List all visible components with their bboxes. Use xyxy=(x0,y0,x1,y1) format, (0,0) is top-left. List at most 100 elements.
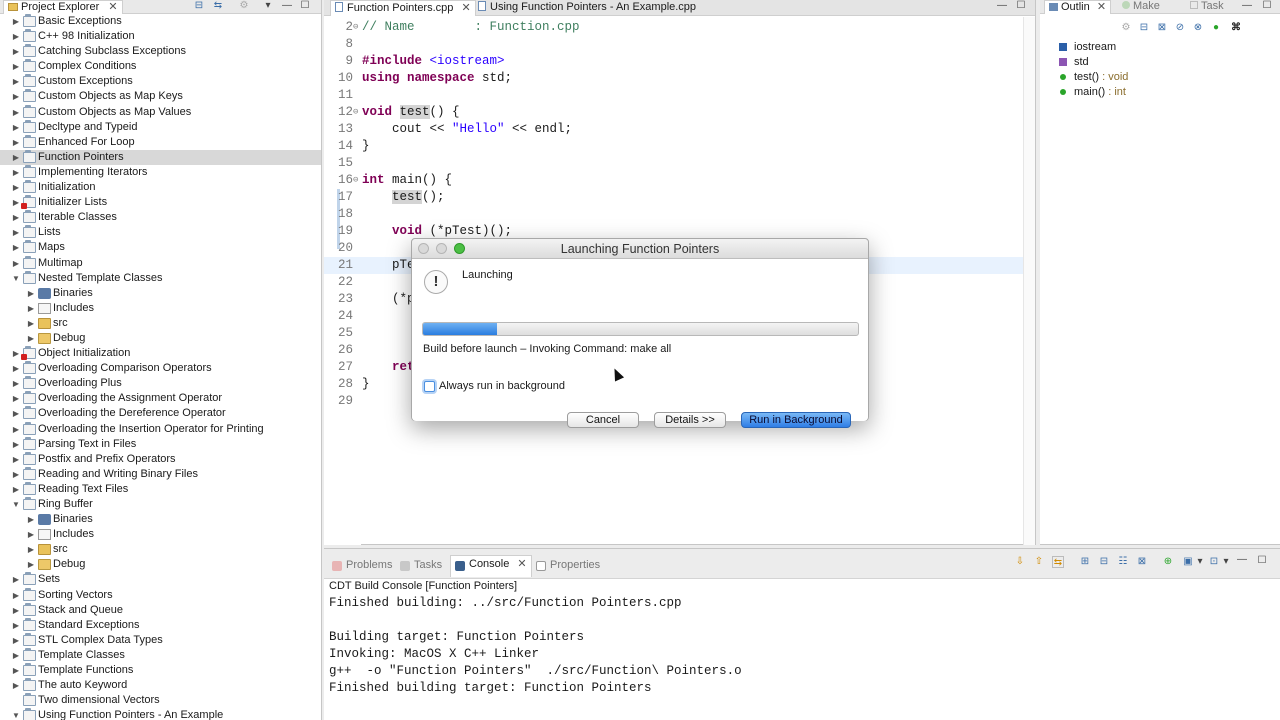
collapse-arrow-icon[interactable]: ▼ xyxy=(11,708,21,720)
chevron-down-icon[interactable]: ▾ xyxy=(1194,556,1206,568)
close-icon[interactable]: ✕ xyxy=(517,558,526,570)
maximize-icon[interactable]: ☐ xyxy=(1261,0,1273,12)
expand-arrow-icon[interactable]: ▶ xyxy=(11,195,21,210)
expand-arrow-icon[interactable]: ▶ xyxy=(26,316,36,331)
previous-icon[interactable]: ⇧ xyxy=(1033,556,1045,568)
expand-arrow-icon[interactable]: ▶ xyxy=(11,391,21,406)
tree-item[interactable]: ▶ Template Functions xyxy=(0,663,321,678)
group-includes-icon[interactable]: ⌘ xyxy=(1230,22,1242,34)
tree-item[interactable]: ▶ Binaries xyxy=(0,512,321,527)
hide-inactive-icon[interactable]: ● xyxy=(1210,22,1222,34)
expand-arrow-icon[interactable]: ▶ xyxy=(11,150,21,165)
tree-item[interactable]: ▶ Decltype and Typeid xyxy=(0,119,321,135)
scroll-lock-icon[interactable]: ⇆ xyxy=(1052,556,1064,568)
expand-arrow-icon[interactable]: ▶ xyxy=(11,361,21,376)
link-editor-icon[interactable]: ⇆ xyxy=(212,0,224,12)
tree-item[interactable]: ▶ Initialization xyxy=(0,180,321,195)
view-menu-icon[interactable]: ▾ xyxy=(262,0,274,12)
collapse-arrow-icon[interactable]: ▼ xyxy=(11,497,21,512)
collapse-arrow-icon[interactable]: ▼ xyxy=(11,271,21,286)
tab-using-function-pointers-cpp[interactable]: Using Function Pointers - An Example.cpp xyxy=(474,0,700,16)
expand-arrow-icon[interactable]: ▶ xyxy=(11,572,21,587)
expand-arrow-icon[interactable]: ▶ xyxy=(11,74,21,89)
tree-item[interactable]: ▶ Stack and Queue xyxy=(0,602,321,618)
tree-item[interactable]: ▶ src xyxy=(0,316,321,331)
tree-item[interactable]: ▶ Overloading Plus xyxy=(0,376,321,391)
tree-item[interactable]: ▶ Overloading the Assignment Operator xyxy=(0,391,321,406)
expand-arrow-icon[interactable]: ▶ xyxy=(11,89,21,104)
expand-arrow-icon[interactable]: ▶ xyxy=(11,422,21,437)
expand-arrow-icon[interactable]: ▶ xyxy=(11,376,21,391)
code-line[interactable]: 13 cout << "Hello" << endl; xyxy=(324,121,1024,138)
expand-arrow-icon[interactable]: ▶ xyxy=(11,663,21,678)
hide-static-icon[interactable]: ⊘ xyxy=(1174,22,1186,34)
tree-item[interactable]: ▶ Complex Conditions xyxy=(0,59,321,74)
code-line[interactable]: 10 using namespace std; xyxy=(324,70,1024,87)
chevron-down-icon[interactable]: ▾ xyxy=(1220,556,1232,568)
tree-item[interactable]: ▶ Reading and Writing Binary Files xyxy=(0,466,321,482)
expand-arrow-icon[interactable]: ▶ xyxy=(26,512,36,527)
tab-function-pointers-cpp[interactable]: Function Pointers.cpp ✕ xyxy=(330,0,476,16)
display-console-icon[interactable]: ▣ xyxy=(1182,556,1194,568)
fold-toggle-icon[interactable]: ⊖ xyxy=(353,104,361,121)
tree-item[interactable]: ▶ The auto Keyword xyxy=(0,678,321,693)
tab-project-explorer[interactable]: Project Explorer ✕ xyxy=(3,0,123,14)
tree-item[interactable]: ▶ Lists xyxy=(0,225,321,240)
tree-item[interactable]: ▶ Custom Objects as Map Values xyxy=(0,104,321,120)
code-line[interactable]: 16 ⊖ int main() { xyxy=(324,172,1024,189)
expand-arrow-icon[interactable]: ▶ xyxy=(11,678,21,693)
tree-item[interactable]: ▶ Function Pointers xyxy=(0,149,321,165)
expand-arrow-icon[interactable]: ▶ xyxy=(11,452,21,467)
maximize-icon[interactable]: ☐ xyxy=(1015,0,1027,12)
tree-item[interactable]: ▶ Enhanced For Loop xyxy=(0,134,321,150)
tree-item[interactable]: ▶ Maps xyxy=(0,240,321,255)
close-icon[interactable]: ✕ xyxy=(1097,1,1106,13)
tree-item[interactable]: ▶ Custom Objects as Map Keys xyxy=(0,89,321,104)
expand-arrow-icon[interactable]: ▶ xyxy=(11,406,21,421)
tree-item[interactable]: ▶ Catching Subclass Exceptions xyxy=(0,44,321,59)
collapse-all-icon[interactable]: ⊟ xyxy=(193,0,205,12)
tree-item[interactable]: ▼ Using Function Pointers - An Example xyxy=(0,708,321,720)
expand-arrow-icon[interactable]: ▶ xyxy=(11,482,21,497)
tree-item[interactable]: ▶ Template Classes xyxy=(0,647,321,663)
expand-arrow-icon[interactable]: ▶ xyxy=(11,105,21,120)
minimize-icon[interactable]: — xyxy=(1236,554,1248,566)
tree-item[interactable]: ▶ Standard Exceptions xyxy=(0,617,321,633)
tree-item[interactable]: ▶ Includes xyxy=(0,301,321,316)
code-line[interactable]: 18 xyxy=(324,206,1024,223)
close-icon[interactable]: ✕ xyxy=(461,2,470,14)
tree-item[interactable]: ▶ Debug xyxy=(0,557,321,572)
tree-item[interactable]: ▶ C++ 98 Initialization xyxy=(0,29,321,44)
code-line[interactable]: 9 #include <iostream> xyxy=(324,53,1024,70)
hide-nonpublic-icon[interactable]: ⊗ xyxy=(1192,22,1204,34)
tree-item[interactable]: ▶ Debug xyxy=(0,331,321,346)
expand-arrow-icon[interactable]: ▶ xyxy=(11,29,21,44)
expand-arrow-icon[interactable]: ▶ xyxy=(26,331,36,346)
expand-arrow-icon[interactable]: ▶ xyxy=(26,286,36,301)
tab-task[interactable]: Task xyxy=(1186,0,1228,14)
tree-item[interactable]: ▶ Object Initialization xyxy=(0,346,321,361)
expand-arrow-icon[interactable]: ▶ xyxy=(11,59,21,74)
code-line[interactable]: 2 ⊖// Name : Function.cpp xyxy=(324,19,1024,36)
close-icon[interactable]: ✕ xyxy=(108,1,117,13)
expand-arrow-icon[interactable]: ▶ xyxy=(26,301,36,316)
expand-arrow-icon[interactable]: ▶ xyxy=(26,527,36,542)
tree-item[interactable]: ▶ Includes xyxy=(0,527,321,542)
tree-item[interactable]: ▶ Sets xyxy=(0,572,321,587)
expand-arrow-icon[interactable]: ▶ xyxy=(11,437,21,452)
expand-arrow-icon[interactable]: ▶ xyxy=(11,180,21,195)
tree-item[interactable]: ▶ Sorting Vectors xyxy=(0,587,321,603)
code-line[interactable]: 14} xyxy=(324,138,1024,155)
minimize-icon[interactable]: — xyxy=(996,0,1008,12)
expand-arrow-icon[interactable]: ▶ xyxy=(11,135,21,150)
tree-item[interactable]: ▶ Overloading Comparison Operators xyxy=(0,361,321,376)
tree-item[interactable]: ▶ STL Complex Data Types xyxy=(0,632,321,648)
expand-arrow-icon[interactable]: ▶ xyxy=(11,210,21,225)
cancel-button[interactable]: Cancel xyxy=(567,412,639,428)
always-background-label[interactable]: Always run in background xyxy=(439,380,565,392)
tree-item[interactable]: ▶ Custom Exceptions xyxy=(0,74,321,89)
expand-arrow-icon[interactable]: ▶ xyxy=(26,542,36,557)
tree-item[interactable]: ▶ Parsing Text in Files xyxy=(0,436,321,452)
code-line[interactable]: 11 xyxy=(324,87,1024,104)
expand-arrow-icon[interactable]: ▶ xyxy=(11,14,21,29)
